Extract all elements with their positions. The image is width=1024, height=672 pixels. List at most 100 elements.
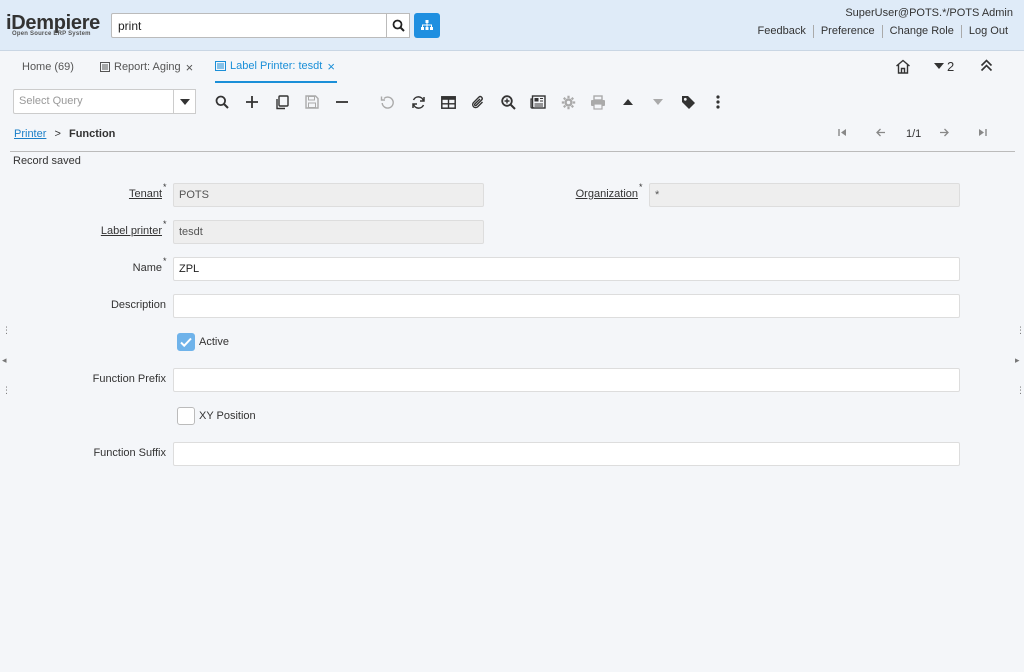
search-icon	[392, 19, 405, 32]
next-record-button[interactable]	[649, 93, 667, 111]
home-button[interactable]	[895, 59, 911, 74]
select-query-input[interactable]: Select Query	[13, 89, 174, 114]
log-out-link[interactable]: Log Out	[960, 25, 1015, 38]
copy-icon	[276, 94, 289, 109]
toggle-grid-button[interactable]	[439, 93, 457, 111]
breadcrumb: Printer > Function	[14, 128, 115, 140]
next-button[interactable]	[939, 128, 949, 140]
xy-position-checkbox[interactable]	[177, 407, 195, 425]
plus-icon	[246, 96, 258, 108]
tab-label-printer[interactable]: Label Printer: tesdt ×	[215, 51, 337, 83]
west-expand-icon[interactable]: ◂	[2, 355, 7, 366]
tab-label: Report: Aging	[114, 61, 181, 73]
breadcrumb-separator: >	[54, 128, 61, 140]
name-field[interactable]: ZPL	[173, 257, 960, 281]
east-splitter-handle[interactable]: ⋮	[1016, 385, 1024, 396]
paperclip-icon	[472, 95, 483, 108]
undo-button[interactable]	[378, 93, 396, 111]
east-splitter-handle[interactable]: ⋮	[1016, 325, 1024, 336]
tab-report-aging[interactable]: Report: Aging ×	[100, 51, 193, 83]
process-button[interactable]	[559, 93, 577, 111]
user-info: SuperUser@POTS.*/POTS Admin	[845, 7, 1013, 19]
east-expand-icon[interactable]: ▸	[1015, 355, 1020, 366]
refresh-icon	[411, 95, 425, 109]
label-printer-field[interactable]: tesdt	[173, 220, 484, 244]
previous-record-button[interactable]	[619, 93, 637, 111]
search-icon	[215, 95, 229, 109]
refresh-button[interactable]	[409, 93, 427, 111]
close-icon[interactable]: ×	[327, 59, 335, 74]
window-list-button[interactable]: 2	[934, 59, 954, 74]
collapse-header-button[interactable]	[980, 59, 993, 72]
record-position: 1/1	[906, 128, 922, 140]
zoom-in-icon	[500, 94, 516, 110]
west-splitter-handle[interactable]: ⋮	[2, 385, 11, 396]
copy-record-button[interactable]	[273, 93, 291, 111]
sitemap-icon	[421, 20, 433, 30]
last-record-button[interactable]	[978, 128, 987, 140]
menu-tree-button[interactable]	[414, 13, 440, 38]
caret-down-icon	[653, 99, 663, 105]
label-printer-label: Label printer	[100, 225, 162, 237]
caret-down-icon	[179, 98, 190, 105]
more-options-button[interactable]	[709, 93, 727, 111]
query-dropdown-button[interactable]	[173, 89, 196, 114]
change-role-link[interactable]: Change Role	[881, 25, 961, 38]
checkmark-icon	[180, 337, 192, 348]
zoom-across-button[interactable]	[499, 93, 517, 111]
function-suffix-field[interactable]	[173, 442, 960, 466]
organization-field[interactable]: *	[649, 183, 960, 207]
organization-label: Organization	[575, 188, 638, 200]
feedback-link[interactable]: Feedback	[751, 25, 813, 38]
tab-label: Home (69)	[22, 61, 74, 73]
logo-text: iDempiere	[6, 12, 101, 34]
search-button[interactable]	[386, 13, 410, 38]
global-search-input[interactable]: print	[111, 13, 387, 38]
function-prefix-field[interactable]	[173, 368, 960, 392]
required-marker: *	[639, 182, 643, 192]
skip-first-icon	[838, 129, 846, 136]
print-button[interactable]	[589, 93, 607, 111]
active-checkbox[interactable]	[177, 333, 195, 351]
description-label: Description	[110, 299, 166, 311]
required-marker: *	[163, 182, 167, 192]
printer-icon	[591, 94, 605, 110]
name-label: Name	[132, 262, 162, 274]
arrow-right-icon	[940, 128, 949, 137]
report-button[interactable]	[529, 93, 547, 111]
active-label: Active	[199, 336, 229, 348]
find-button[interactable]	[213, 93, 231, 111]
save-icon	[305, 95, 319, 109]
report-icon	[100, 62, 110, 72]
tag-button[interactable]	[679, 93, 697, 111]
tenant-field[interactable]: POTS	[173, 183, 484, 207]
close-icon[interactable]: ×	[186, 60, 194, 75]
tenant-label: Tenant	[128, 188, 162, 200]
description-field[interactable]	[173, 294, 960, 318]
window-tab-bar: Home (69) Report: Aging × Label Printer:…	[10, 51, 1014, 83]
status-message: Record saved	[13, 155, 81, 167]
home-icon	[896, 59, 910, 74]
previous-button[interactable]	[876, 128, 886, 140]
delete-record-button[interactable]	[333, 93, 351, 111]
idempiere-logo[interactable]: iDempiere Open Source ERP System	[6, 13, 108, 39]
breadcrumb-parent-link[interactable]: Printer	[14, 128, 46, 140]
required-marker: *	[163, 219, 167, 229]
function-suffix-label: Function Suffix	[93, 447, 166, 459]
attachment-button[interactable]	[469, 93, 487, 111]
double-chevron-up-icon	[980, 59, 993, 72]
save-button[interactable]	[303, 93, 321, 111]
caret-down-icon	[934, 63, 944, 69]
function-prefix-label: Function Prefix	[92, 373, 166, 385]
new-record-button[interactable]	[243, 93, 261, 111]
west-splitter-handle[interactable]: ⋮	[2, 325, 11, 336]
undo-icon	[380, 95, 394, 109]
grid-icon	[440, 95, 456, 109]
arrow-left-icon	[876, 128, 885, 137]
breadcrumb-divider	[10, 151, 1015, 152]
window-toolbar: Select Query	[13, 89, 1013, 115]
required-marker: *	[163, 256, 167, 266]
preference-link[interactable]: Preference	[812, 25, 882, 38]
tab-home[interactable]: Home (69)	[22, 51, 74, 83]
first-record-button[interactable]	[838, 128, 847, 140]
